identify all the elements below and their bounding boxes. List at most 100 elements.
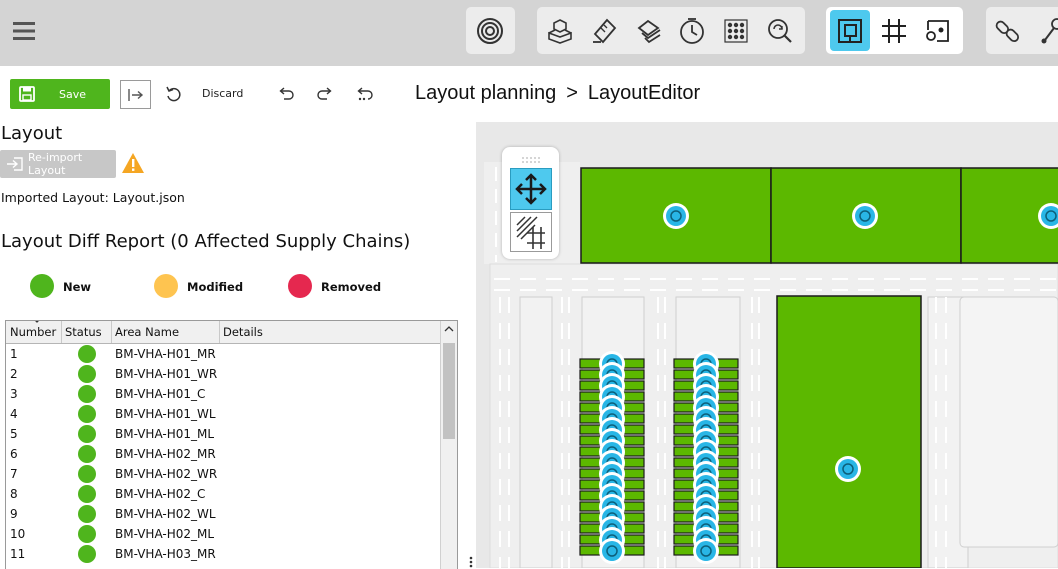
layout-canvas[interactable] [476, 122, 1058, 568]
table-row[interactable]: 8 BM-VHA-H02_C [6, 484, 440, 504]
legend-new-label: New [63, 280, 92, 294]
table-header: Number Status Area Name Details [6, 321, 440, 344]
column-header-details[interactable]: Details [223, 325, 263, 339]
status-new-dot [78, 385, 96, 403]
grid-snap-tool-button[interactable] [510, 212, 552, 252]
import-icon [6, 157, 24, 171]
table-row[interactable]: 10 BM-VHA-H02_ML [6, 524, 440, 544]
table-row[interactable]: 4 BM-VHA-H01_WL [6, 404, 440, 424]
area-node[interactable] [663, 203, 689, 229]
row-area-name: BM-VHA-H01_WR [115, 367, 218, 381]
table-row[interactable]: 3 BM-VHA-H01_C [6, 384, 440, 404]
undo-icon[interactable] [278, 87, 294, 101]
canvas-tool-palette [502, 147, 559, 259]
status-new-dot [78, 425, 96, 443]
row-number: 11 [10, 547, 26, 561]
row-number: 1 [10, 347, 18, 361]
row-area-name: BM-VHA-H01_MR [115, 347, 216, 361]
save-button-label: Save [59, 87, 87, 101]
row-area-name: BM-VHA-H01_ML [115, 427, 215, 441]
status-new-dot [78, 525, 96, 543]
floppy-disk-icon [19, 86, 35, 102]
route-icon[interactable] [1032, 7, 1058, 54]
discard-button[interactable]: Discard [202, 87, 243, 100]
status-new-dot [78, 365, 96, 383]
status-new-dot [78, 505, 96, 523]
breadcrumb-current: LayoutEditor [587, 82, 701, 104]
grid-snap-icon [516, 216, 545, 249]
cubes-icon[interactable] [540, 7, 580, 54]
row-number: 8 [10, 487, 18, 501]
legend-modified-dot [154, 274, 178, 298]
status-new-dot [78, 485, 96, 503]
save-button[interactable]: Save [10, 79, 110, 109]
reimport-layout-button[interactable]: Re-import Layout [0, 150, 116, 178]
row-area-name: BM-VHA-H02_C [115, 487, 206, 501]
rack-node[interactable] [693, 538, 719, 564]
grid-icon[interactable] [874, 7, 914, 54]
table-row[interactable]: 9 BM-VHA-H02_WL [6, 504, 440, 524]
legend-removed-dot [288, 274, 312, 298]
scrollbar-thumb[interactable] [443, 343, 455, 439]
status-new-dot [78, 465, 96, 483]
collapse-panel-button[interactable] [120, 80, 151, 109]
column-header-number[interactable]: Number [10, 325, 56, 339]
radar-target-icon[interactable] [470, 7, 510, 54]
history-icon[interactable] [356, 86, 374, 102]
row-area-name: BM-VHA-H01_C [115, 387, 206, 401]
rack-node[interactable] [599, 538, 625, 564]
table-scrollbar[interactable] [440, 321, 457, 569]
column-header-status[interactable]: Status [65, 325, 102, 339]
reimport-layout-label: Re-import Layout [28, 151, 83, 177]
table-row[interactable]: 2 BM-VHA-H01_WR [6, 364, 440, 384]
redo-icon[interactable] [317, 87, 333, 101]
legend-removed-label: Removed [321, 280, 382, 294]
breadcrumb: Layout planning > LayoutEditor [415, 82, 700, 105]
diff-report-table: Number Status Area Name Details 1 BM-VHA-… [5, 320, 458, 569]
layout-drawing[interactable] [476, 122, 1058, 568]
area-select-icon[interactable] [830, 10, 870, 51]
breadcrumb-separator: > [566, 82, 578, 104]
column-header-area-name[interactable]: Area Name [115, 325, 179, 339]
toolbar-group-objects [537, 7, 805, 54]
imported-layout-text: Imported Layout: Layout.json [1, 190, 185, 205]
status-new-dot [78, 445, 96, 463]
area-node[interactable] [852, 203, 878, 229]
layers-icon[interactable] [629, 7, 669, 54]
search-refresh-icon[interactable] [760, 7, 800, 54]
clock-icon[interactable] [672, 7, 712, 54]
layout-section-title: Layout [1, 123, 63, 144]
toolbar-group-links [986, 7, 1058, 54]
move-tool-button[interactable] [510, 168, 552, 210]
row-number: 4 [10, 407, 18, 421]
dot-grid-icon[interactable] [716, 7, 756, 54]
scroll-up-icon[interactable] [444, 325, 454, 333]
table-row[interactable]: 1 BM-VHA-H01_MR [6, 344, 440, 364]
toolbar-group-view [466, 7, 515, 54]
panel-splitter-handle[interactable] [469, 556, 473, 568]
table-row[interactable]: 5 BM-VHA-H01_ML [6, 424, 440, 444]
table-row[interactable]: 7 BM-VHA-H02_WR [6, 464, 440, 484]
area-node[interactable] [835, 456, 861, 482]
palette-drag-handle[interactable] [520, 156, 542, 164]
node-path-icon[interactable] [918, 7, 958, 54]
move-icon [515, 173, 547, 205]
discard-icon[interactable] [165, 86, 181, 102]
table-row[interactable]: 11 BM-VHA-H03_MR [6, 544, 440, 564]
status-new-dot [78, 545, 96, 563]
row-area-name: BM-VHA-H02_WR [115, 467, 218, 481]
ruler-pencil-icon[interactable] [584, 7, 624, 54]
table-row[interactable]: 6 BM-VHA-H02_MR [6, 444, 440, 464]
legend-modified-label: Modified [187, 280, 244, 294]
row-number: 2 [10, 367, 18, 381]
chain-link-icon[interactable] [988, 7, 1028, 54]
breadcrumb-parent[interactable]: Layout planning [415, 82, 556, 104]
status-new-dot [78, 405, 96, 423]
row-area-name: BM-VHA-H02_MR [115, 447, 216, 461]
diff-report-title: Layout Diff Report (0 Affected Supply Ch… [1, 231, 411, 252]
hamburger-menu-icon[interactable] [12, 20, 38, 42]
top-toolbar [0, 0, 1058, 66]
row-number: 10 [10, 527, 26, 541]
toolbar-group-mode [826, 7, 963, 54]
legend-new-dot [30, 274, 54, 298]
